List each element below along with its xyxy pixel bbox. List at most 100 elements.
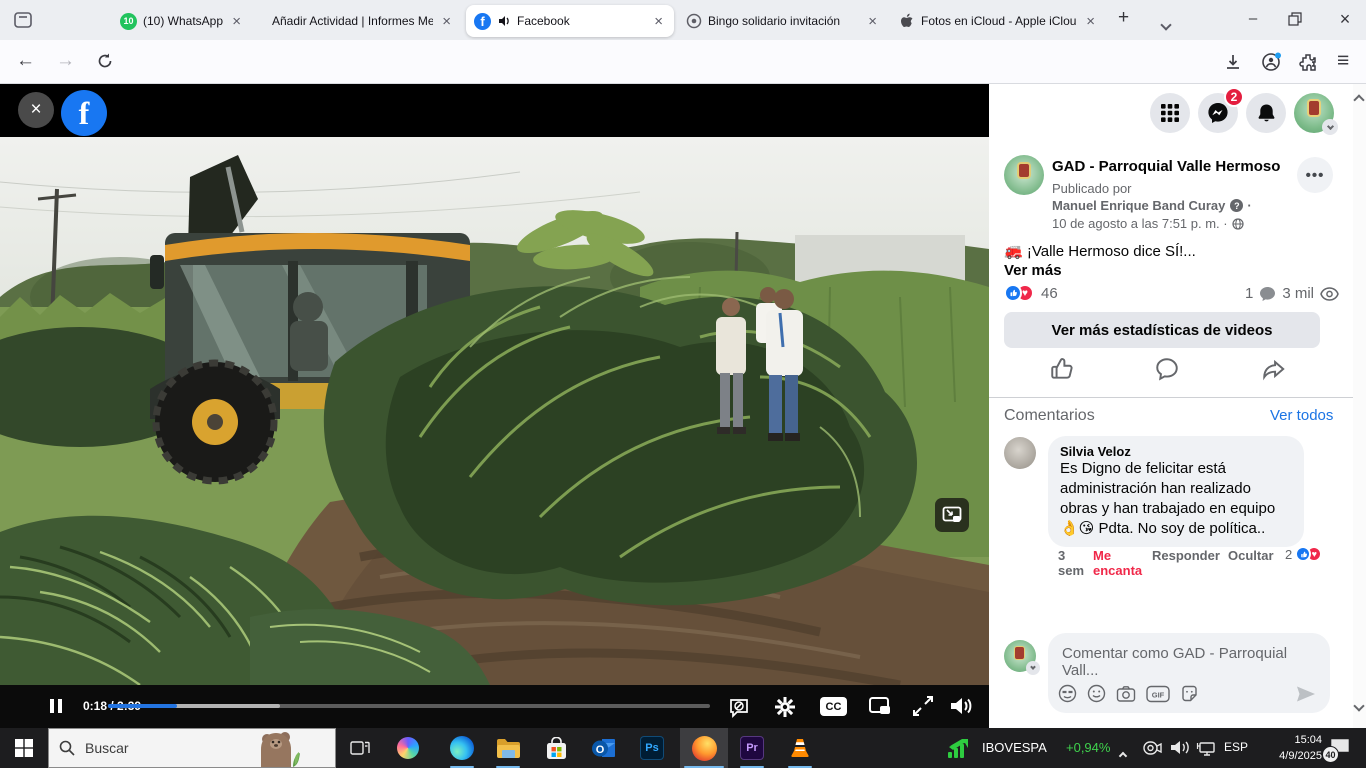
- edge-icon[interactable]: [440, 728, 484, 768]
- close-window-button[interactable]: ×: [1330, 9, 1360, 30]
- meet-now-icon[interactable]: [1143, 739, 1162, 757]
- reload-icon[interactable]: [96, 52, 114, 70]
- tray-volume-icon[interactable]: [1170, 739, 1190, 756]
- menu-hamburger-icon[interactable]: ≡: [1337, 49, 1349, 73]
- vlc-icon[interactable]: [778, 728, 822, 768]
- tab-manager-icon[interactable]: [12, 9, 34, 31]
- notifications-bell-icon[interactable]: [1246, 93, 1286, 133]
- maximize-button[interactable]: [1288, 12, 1302, 26]
- svg-text:GIF: GIF: [1152, 690, 1165, 699]
- comment-count-icon: [1259, 286, 1276, 302]
- stock-change[interactable]: +0,94%: [1066, 740, 1110, 755]
- like-action-button[interactable]: [1049, 356, 1075, 382]
- composer-avatar[interactable]: [1004, 640, 1036, 672]
- tab-facebook[interactable]: f Facebook ×: [466, 5, 674, 37]
- sticker-icon[interactable]: [1180, 684, 1199, 703]
- outlook-icon[interactable]: O: [582, 728, 626, 768]
- language-indicator[interactable]: ESP: [1224, 740, 1248, 754]
- microsoft-store-icon[interactable]: [534, 728, 578, 768]
- emoji-icon[interactable]: [1087, 684, 1106, 703]
- comment-reactions[interactable]: 2 ♥: [1285, 546, 1322, 562]
- post-counters[interactable]: 1 3 mil: [1245, 285, 1339, 302]
- comment-reaction-label[interactable]: Me encanta: [1093, 548, 1145, 578]
- post-author[interactable]: Manuel Enrique Band Curay ? ·: [1052, 198, 1252, 213]
- post-date[interactable]: 10 de agosto a las 7:51 p. m. ·: [1052, 216, 1244, 231]
- close-tab-icon[interactable]: ×: [865, 13, 880, 30]
- video-player[interactable]: 302: [0, 137, 989, 685]
- minimize-button[interactable]: –: [1238, 10, 1268, 27]
- comment-composer[interactable]: Comentar como GAD - Parroquial Vall... G…: [1048, 633, 1330, 713]
- camera-icon[interactable]: [1116, 685, 1136, 703]
- comment-time-link[interactable]: 3 sem: [1058, 548, 1088, 578]
- gif-icon[interactable]: GIF: [1146, 685, 1170, 703]
- progress-bar[interactable]: [108, 704, 710, 708]
- stock-name[interactable]: IBOVESPA: [982, 740, 1047, 755]
- scroll-down-icon[interactable]: [1353, 700, 1364, 711]
- settings-gear-icon[interactable]: [773, 695, 797, 719]
- post-more-button[interactable]: •••: [1297, 157, 1333, 193]
- stock-widget-icon[interactable]: [942, 728, 976, 768]
- see-all-comments-link[interactable]: Ver todos: [1270, 407, 1333, 424]
- tab-audio-icon[interactable]: [497, 14, 511, 28]
- composer-placeholder[interactable]: Comentar como GAD - Parroquial Vall...: [1062, 645, 1316, 679]
- new-tab-button[interactable]: +: [1118, 7, 1129, 29]
- captions-icon[interactable]: CC: [820, 697, 847, 716]
- comments-disabled-icon[interactable]: [727, 695, 751, 719]
- pip-icon[interactable]: [868, 696, 892, 718]
- sidebar-scrollbar[interactable]: [1353, 84, 1366, 728]
- comment-action-button[interactable]: [1154, 356, 1180, 382]
- reaction-count: 46: [1041, 285, 1058, 302]
- forward-icon[interactable]: →: [56, 50, 75, 72]
- account-icon[interactable]: [1261, 52, 1281, 72]
- tab-icloud[interactable]: Fotos en iCloud - Apple iClou ×: [892, 5, 1106, 37]
- tab-bingo[interactable]: Bingo solidario invitación ×: [678, 5, 888, 37]
- volume-icon[interactable]: [948, 694, 974, 718]
- messenger-icon[interactable]: 2: [1198, 93, 1238, 133]
- photoshop-icon[interactable]: Ps: [630, 728, 674, 768]
- tray-expand-icon[interactable]: [1120, 746, 1126, 764]
- profile-avatar[interactable]: [1294, 93, 1334, 133]
- downloads-icon[interactable]: [1224, 53, 1242, 71]
- firefox-icon[interactable]: [680, 728, 728, 768]
- commenter-avatar[interactable]: [1004, 437, 1036, 469]
- taskbar-search-box[interactable]: Buscar: [48, 728, 336, 768]
- tab-informes[interactable]: Añadir Actividad | Informes Mens ×: [258, 5, 462, 37]
- search-highlight-bear[interactable]: [257, 729, 301, 767]
- send-icon[interactable]: [1296, 685, 1316, 703]
- avatar-sticker-icon[interactable]: [1058, 684, 1077, 703]
- pip-overlay-icon[interactable]: [935, 498, 969, 532]
- notification-center-icon[interactable]: 40: [1330, 738, 1350, 757]
- file-explorer-icon[interactable]: [486, 728, 530, 768]
- pause-button[interactable]: [48, 698, 64, 714]
- extensions-puzzle-icon[interactable]: [1299, 53, 1317, 71]
- task-view-icon[interactable]: [340, 728, 380, 768]
- close-tab-icon[interactable]: ×: [1083, 13, 1098, 30]
- clock[interactable]: 15:04 4/9/2025: [1258, 732, 1322, 764]
- comment-reply-link[interactable]: Responder: [1152, 548, 1220, 563]
- tab-list-dropdown-icon[interactable]: [1162, 16, 1170, 34]
- see-more-link[interactable]: Ver más: [1004, 262, 1062, 279]
- page-name[interactable]: GAD - Parroquial Valle Hermoso: [1052, 158, 1280, 175]
- page-avatar[interactable]: [1004, 155, 1044, 195]
- close-tab-icon[interactable]: ×: [439, 13, 454, 30]
- globe-icon: [1232, 218, 1244, 230]
- comment-hide-link[interactable]: Ocultar: [1228, 548, 1274, 563]
- reactions-summary[interactable]: ♥ 46: [1004, 284, 1058, 302]
- facebook-logo[interactable]: f: [61, 90, 107, 136]
- share-action-button[interactable]: [1261, 356, 1287, 382]
- network-icon[interactable]: [1196, 739, 1216, 757]
- close-tab-icon[interactable]: ×: [229, 13, 244, 30]
- comment-bubble[interactable]: Silvia Veloz Es Digno de felicitar está …: [1048, 436, 1304, 547]
- apps-grid-icon[interactable]: [1150, 93, 1190, 133]
- premiere-icon[interactable]: Pr: [730, 728, 774, 768]
- video-stats-button[interactable]: Ver más estadísticas de videos: [1004, 312, 1320, 348]
- fullscreen-icon[interactable]: [912, 695, 934, 717]
- close-tab-icon[interactable]: ×: [651, 13, 666, 30]
- back-icon[interactable]: ←: [16, 50, 35, 72]
- copilot-icon[interactable]: [388, 728, 428, 768]
- start-button[interactable]: [0, 728, 48, 768]
- close-video-icon[interactable]: ×: [18, 92, 54, 128]
- scroll-up-icon[interactable]: [1353, 94, 1364, 105]
- commenter-name[interactable]: Silvia Veloz: [1060, 444, 1292, 459]
- tab-whatsapp[interactable]: 10 (10) WhatsApp Business ×: [112, 5, 252, 37]
